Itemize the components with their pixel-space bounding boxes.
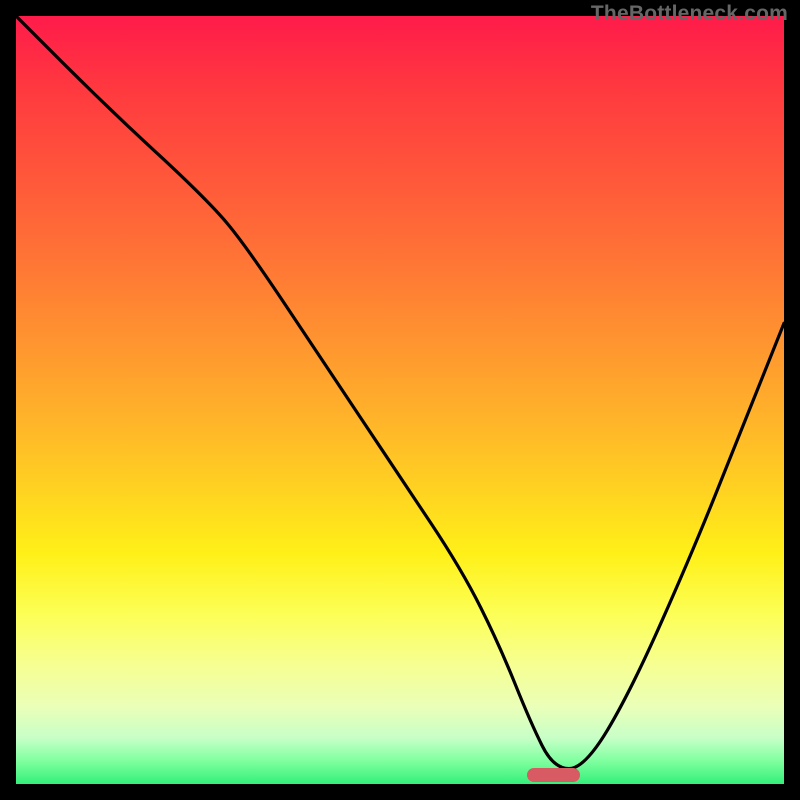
bottleneck-curve (16, 16, 784, 784)
chart-frame: TheBottleneck.com (0, 0, 800, 800)
optimum-marker (527, 768, 581, 782)
plot-area (16, 16, 784, 784)
curve-path (16, 16, 784, 769)
watermark-text: TheBottleneck.com (591, 2, 788, 26)
